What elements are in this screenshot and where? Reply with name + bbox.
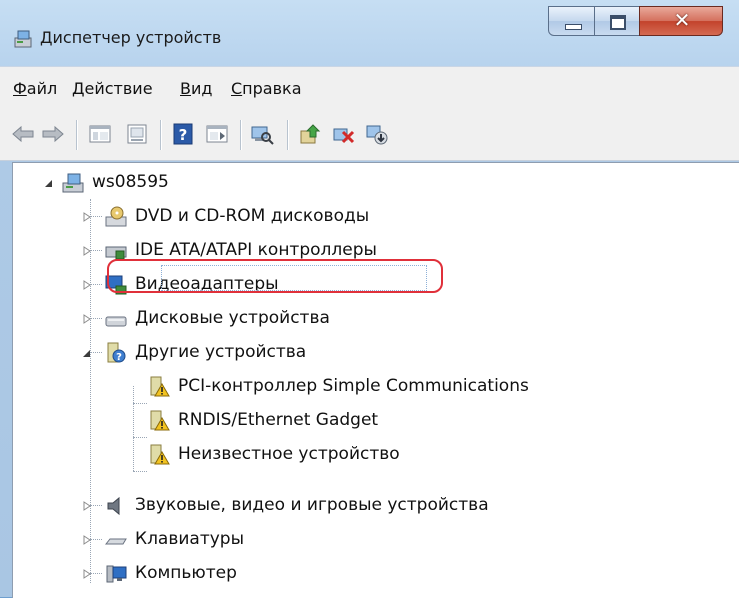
menu-action[interactable]: Действие	[72, 79, 153, 98]
scan-hardware-icon[interactable]	[249, 122, 275, 146]
tree-category-other[interactable]: ? Другие устройства	[13, 336, 739, 370]
tree-device-label: RNDIS/Ethernet Gadget	[178, 410, 379, 430]
toolbar-separator	[240, 120, 241, 150]
tree-device-label: PCI-контроллер Simple Communications	[178, 376, 529, 396]
tree-category-label: Клавиатуры	[135, 529, 245, 549]
tree-category-keyboard[interactable]: Клавиатуры	[13, 523, 739, 557]
tree-category-label: Другие устройства	[135, 342, 307, 362]
tree-category-label: Компьютер	[135, 563, 237, 583]
tree-category-label: DVD и CD-ROM дисководы	[135, 206, 370, 226]
collapsed-arrow-icon[interactable]	[83, 246, 91, 256]
svg-text:?: ?	[116, 352, 122, 363]
tree-category-label: IDE ATA/ATAPI контроллеры	[135, 240, 377, 260]
toolbar-separator	[160, 120, 161, 150]
menu-help[interactable]: Справка	[231, 79, 302, 98]
svg-text:?: ?	[179, 126, 188, 144]
caption-buttons: ✕	[548, 6, 739, 38]
tree-root[interactable]: ws08595	[13, 166, 739, 200]
tree-category-disk[interactable]: Дисковые устройства	[13, 302, 739, 336]
close-icon: ✕	[673, 8, 691, 32]
collapsed-arrow-icon[interactable]	[83, 569, 91, 579]
action-pane-icon[interactable]	[204, 122, 230, 146]
update-driver-icon[interactable]	[297, 122, 323, 146]
menu-bar: Файл Действие Вид Справка	[0, 66, 739, 111]
minimize-button[interactable]	[548, 6, 595, 36]
warning-device-icon	[150, 444, 170, 465]
close-button[interactable]: ✕	[639, 6, 723, 36]
back-arrow-icon[interactable]	[10, 122, 36, 146]
collapsed-arrow-icon[interactable]	[83, 314, 91, 324]
tree-device-rndis[interactable]: RNDIS/Ethernet Gadget	[13, 404, 739, 438]
tree-category-label: Звуковые, видео и игровые устройства	[135, 495, 489, 515]
tree-device-pci[interactable]: PCI-контроллер Simple Communications	[13, 370, 739, 404]
minimize-icon	[565, 24, 582, 30]
disable-device-icon[interactable]	[331, 122, 357, 146]
maximize-button[interactable]	[594, 6, 640, 36]
tree-root-label: ws08595	[92, 172, 169, 192]
device-manager-window: Диспетчер устройств ✕ Файл Действие Вид …	[0, 0, 739, 598]
device-manager-icon	[14, 30, 32, 48]
computer-root-icon	[62, 173, 84, 193]
properties-icon[interactable]	[124, 122, 150, 146]
show-hide-tree-icon[interactable]	[87, 122, 113, 146]
tree-category-sound[interactable]: Звуковые, видео и игровые устройства	[13, 489, 739, 523]
expanded-arrow-icon[interactable]	[83, 348, 91, 358]
toolbar: ?	[0, 110, 739, 161]
uninstall-device-icon[interactable]	[364, 122, 390, 146]
disk-drive-icon	[105, 316, 127, 327]
menu-view[interactable]: Вид	[180, 79, 212, 98]
collapsed-arrow-icon[interactable]	[83, 212, 91, 222]
device-tree: ws08595 DVD и CD-ROM дисководы IDE ATA/A…	[12, 162, 739, 598]
maximize-icon	[610, 15, 626, 30]
computer-icon	[106, 565, 127, 583]
menu-file[interactable]: Файл	[13, 79, 57, 98]
tree-device-unknown[interactable]: Неизвестное устройство	[13, 438, 739, 472]
help-icon[interactable]: ?	[170, 122, 196, 146]
window-title: Диспетчер устройств	[40, 28, 222, 47]
expanded-arrow-icon[interactable]	[45, 178, 53, 188]
tree-category-dvd[interactable]: DVD и CD-ROM дисководы	[13, 200, 739, 234]
warning-device-icon	[150, 410, 170, 431]
red-annotation-outline	[107, 259, 443, 293]
tree-category-computer[interactable]: Компьютер	[13, 557, 739, 591]
keyboard-icon	[104, 538, 127, 545]
warning-device-icon	[150, 376, 170, 397]
collapsed-arrow-icon[interactable]	[83, 501, 91, 511]
collapsed-arrow-icon[interactable]	[83, 535, 91, 545]
title-bar[interactable]: Диспетчер устройств ✕	[0, 0, 739, 58]
forward-arrow-icon[interactable]	[40, 122, 66, 146]
toolbar-separator	[287, 120, 288, 150]
dvd-drive-icon	[105, 206, 127, 227]
tree-category-label: Дисковые устройства	[135, 308, 330, 328]
tree-device-label: Неизвестное устройство	[178, 444, 400, 464]
toolbar-separator	[76, 120, 77, 150]
collapsed-arrow-icon[interactable]	[83, 280, 91, 290]
sound-icon	[107, 496, 120, 516]
other-devices-icon: ?	[107, 342, 126, 363]
